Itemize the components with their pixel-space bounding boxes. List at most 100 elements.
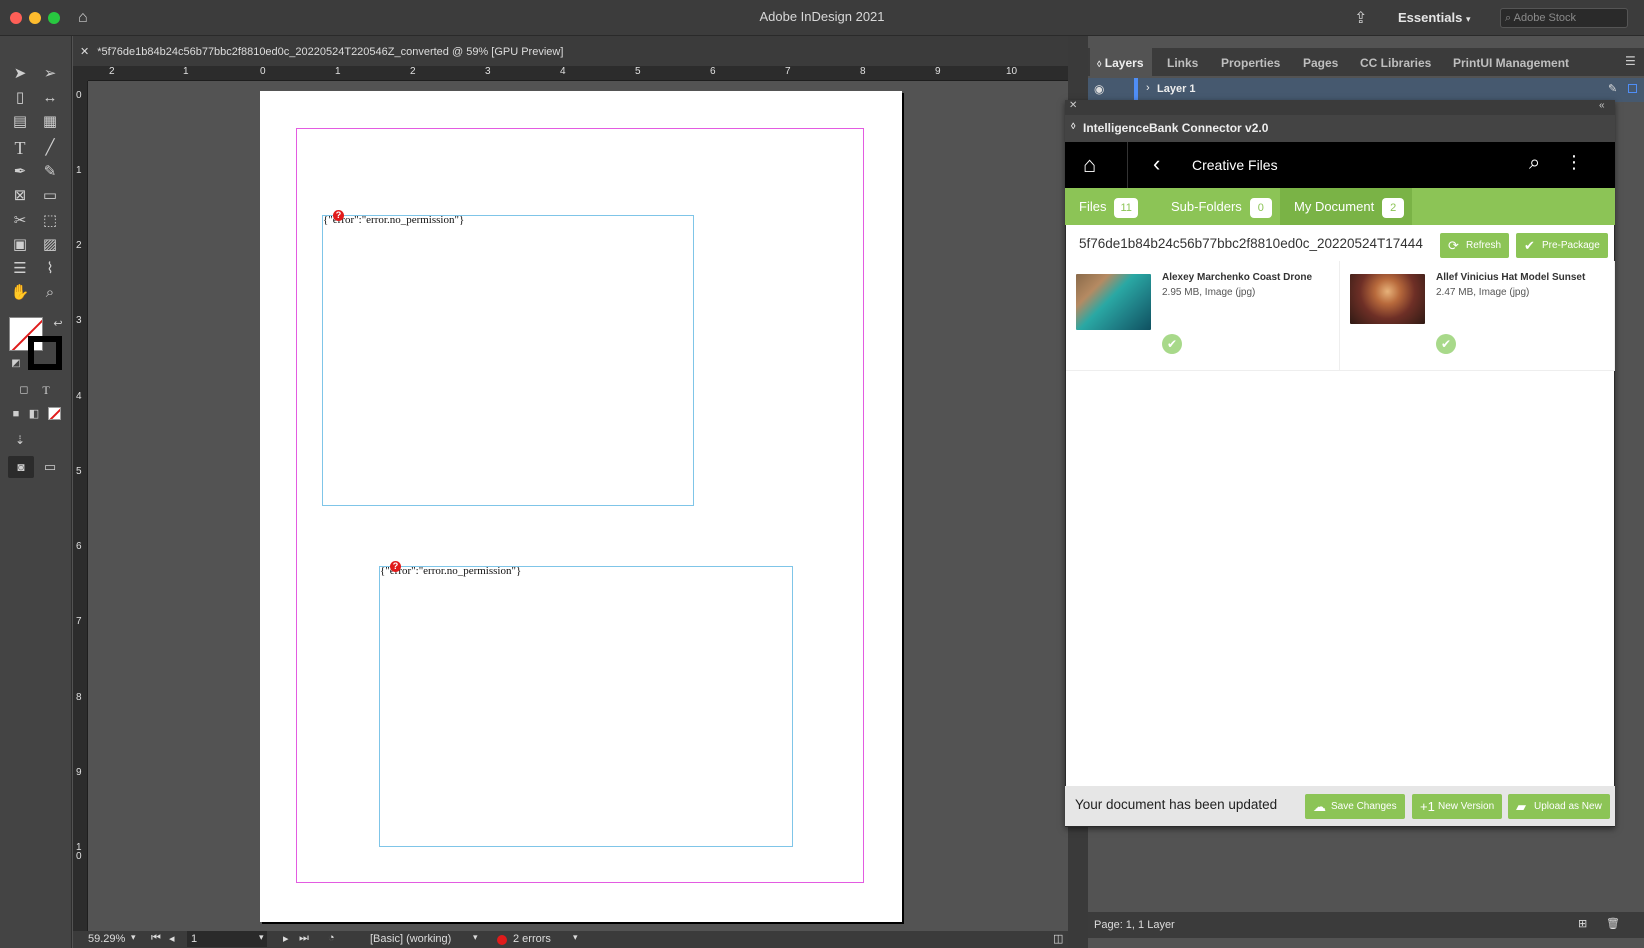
- type-tool-icon[interactable]: T: [8, 137, 32, 159]
- expand-layer-icon[interactable]: ›: [1146, 82, 1150, 94]
- text-frame-2[interactable]: {"error":"error.no_permission"} ?: [379, 561, 793, 847]
- gradient-feather-tool-icon[interactable]: ▨: [38, 234, 62, 256]
- close-tab-icon[interactable]: ✕: [80, 46, 89, 58]
- back-icon[interactable]: ‹: [1153, 151, 1160, 177]
- connector-title-bar[interactable]: ◊ IntelligenceBank Connector v2.0: [1065, 115, 1615, 142]
- apply-gradient-icon[interactable]: ◧: [22, 403, 46, 425]
- home-icon[interactable]: ⌂: [1083, 152, 1096, 178]
- tab-my-document[interactable]: My Document 2: [1280, 188, 1412, 225]
- tab-printui-management[interactable]: PrintUI Management: [1453, 56, 1569, 70]
- close-icon[interactable]: ✕: [1069, 100, 1077, 111]
- eyedropper-tool-icon[interactable]: ⌇: [38, 258, 62, 280]
- chevron-down-icon[interactable]: ▾: [259, 932, 264, 943]
- pre-package-button[interactable]: ✔ Pre-Package: [1516, 233, 1608, 258]
- content-placer-icon[interactable]: ▦: [38, 111, 62, 133]
- direct-selection-tool-icon[interactable]: ➢: [38, 63, 62, 85]
- ruler-label: 8: [860, 66, 866, 77]
- text-frame-1[interactable]: {"error":"error.no_permission"} ?: [322, 210, 694, 506]
- layer-row[interactable]: ◉ › Layer 1 ✎: [1088, 78, 1644, 102]
- chevron-down-icon[interactable]: ▾: [473, 932, 478, 943]
- preflight-errors[interactable]: 2 errors: [513, 933, 551, 945]
- formatting-container-icon[interactable]: ◻: [12, 379, 36, 401]
- new-layer-icon[interactable]: ⊞: [1578, 917, 1587, 930]
- previous-page-icon[interactable]: ◂: [169, 932, 175, 945]
- collapse-panel-icon[interactable]: «: [1599, 100, 1605, 111]
- zoom-tool-icon[interactable]: ⌕: [38, 282, 62, 304]
- missing-link-icon[interactable]: ?: [333, 210, 344, 221]
- note-tool-icon[interactable]: ☰: [8, 258, 32, 280]
- edit-mode-icon[interactable]: ⇣: [8, 429, 32, 451]
- count-badge: 2: [1382, 197, 1405, 218]
- delete-layer-icon[interactable]: 🗑: [1606, 917, 1620, 930]
- swap-colors-icon[interactable]: ↩: [46, 313, 70, 335]
- tab-files[interactable]: Files 11: [1079, 188, 1138, 225]
- content-collector-icon[interactable]: ▤: [8, 111, 32, 133]
- layer-name[interactable]: Layer 1: [1157, 83, 1196, 95]
- tab-pages[interactable]: Pages: [1303, 56, 1338, 70]
- last-page-icon[interactable]: ⏭: [299, 932, 309, 945]
- tab-sub-folders[interactable]: Sub-Folders 0: [1171, 188, 1272, 225]
- document-tab[interactable]: ✕ *5f76de1b84b24c56b77bbc2f8810ed0c_20220…: [80, 41, 563, 63]
- share-icon[interactable]: ⇪: [1354, 8, 1367, 28]
- search-icon[interactable]: ⌕: [1529, 152, 1540, 175]
- chevron-down-icon[interactable]: ▾: [131, 932, 136, 943]
- ruler-label: 0: [260, 66, 266, 77]
- apply-none-icon[interactable]: [48, 407, 61, 420]
- visibility-eye-icon[interactable]: ◉: [1094, 82, 1104, 96]
- chevron-down-icon[interactable]: ▾: [573, 932, 578, 943]
- file-name: Allef Vinicius Hat Model Sunset: [1436, 272, 1586, 283]
- refresh-button[interactable]: ⟳ Refresh: [1440, 233, 1510, 258]
- tab-properties[interactable]: Properties: [1221, 56, 1280, 70]
- new-version-button[interactable]: +1 New Version: [1412, 794, 1503, 819]
- normal-view-icon[interactable]: ◙: [8, 456, 34, 478]
- more-options-icon[interactable]: ⋮: [1565, 152, 1583, 173]
- collapse-icon: ◊: [1071, 121, 1076, 131]
- rectangle-frame-tool-icon[interactable]: ⊠: [8, 185, 32, 207]
- selection-square-icon[interactable]: [1628, 84, 1637, 93]
- pen-tool-icon[interactable]: ✒: [8, 161, 32, 183]
- file-card[interactable]: Alexey Marchenko Coast Drone 2.95 MB, Im…: [1066, 261, 1340, 371]
- vertical-ruler[interactable]: 0 1 2 3 4 5 6 7 8 9 1 0: [73, 81, 88, 931]
- stroke-swatch[interactable]: [28, 336, 62, 370]
- tab-layers[interactable]: ◊ Layers: [1097, 56, 1144, 70]
- gradient-swatch-tool-icon[interactable]: ▣: [8, 234, 32, 256]
- line-tool-icon[interactable]: ╱: [38, 137, 62, 159]
- ruler-label: 9: [76, 767, 82, 778]
- refresh-label: Refresh: [1466, 240, 1502, 251]
- ruler-label: 1: [76, 165, 82, 176]
- ruler-label: 6: [76, 541, 82, 552]
- page-number-field[interactable]: 1: [187, 931, 267, 947]
- horizontal-ruler[interactable]: 2 1 0 1 2 3 4 5 6 7 8 9 10: [88, 66, 1068, 81]
- scissors-tool-icon[interactable]: ✂: [8, 210, 32, 232]
- rectangle-tool-icon[interactable]: ▭: [38, 185, 62, 207]
- missing-link-icon[interactable]: ?: [390, 561, 401, 572]
- save-changes-button[interactable]: ☁ Save Changes: [1305, 794, 1405, 819]
- tab-cc-libraries[interactable]: CC Libraries: [1360, 56, 1431, 70]
- file-card[interactable]: Allef Vinicius Hat Model Sunset 2.47 MB,…: [1340, 261, 1615, 371]
- selection-tool-icon[interactable]: ➤: [8, 63, 32, 85]
- next-page-icon[interactable]: ▸: [283, 932, 289, 945]
- connector-panel-header: ✕ «: [1065, 100, 1615, 115]
- tab-links[interactable]: Links: [1167, 56, 1198, 70]
- free-transform-tool-icon[interactable]: ⬚: [38, 210, 62, 232]
- preflight-profile[interactable]: [Basic] (working): [370, 933, 451, 945]
- zoom-level[interactable]: 59.29%: [88, 933, 125, 945]
- frame-text: {"error":"error.no_permission"}: [380, 565, 522, 577]
- pencil-tool-icon[interactable]: ✎: [38, 161, 62, 183]
- screen-mode-icon[interactable]: ▭: [38, 456, 62, 478]
- preflight-icon[interactable]: ◔: [328, 932, 335, 944]
- default-colors-icon[interactable]: ◩: [4, 353, 28, 375]
- gap-tool-icon[interactable]: ↔: [38, 87, 62, 109]
- stock-search-input[interactable]: ⌕ Adobe Stock: [1500, 8, 1628, 28]
- first-page-icon[interactable]: ⏮: [151, 932, 161, 945]
- workspace-switcher[interactable]: Essentials ▾: [1398, 10, 1470, 25]
- hand-tool-icon[interactable]: ✋: [8, 282, 32, 304]
- formatting-text-icon[interactable]: T: [34, 379, 58, 401]
- page-tool-icon[interactable]: ▯: [8, 87, 32, 109]
- tab-label: PrintUI Management: [1453, 56, 1570, 70]
- ruler-origin[interactable]: [73, 66, 88, 81]
- upload-as-new-button[interactable]: ▰ Upload as New: [1508, 794, 1610, 819]
- document-filename: 5f76de1b84b24c56b77bbc2f8810ed0c_2022052…: [1079, 236, 1423, 251]
- split-window-icon[interactable]: ◫: [1053, 932, 1063, 945]
- panel-menu-icon[interactable]: ☰: [1625, 54, 1636, 68]
